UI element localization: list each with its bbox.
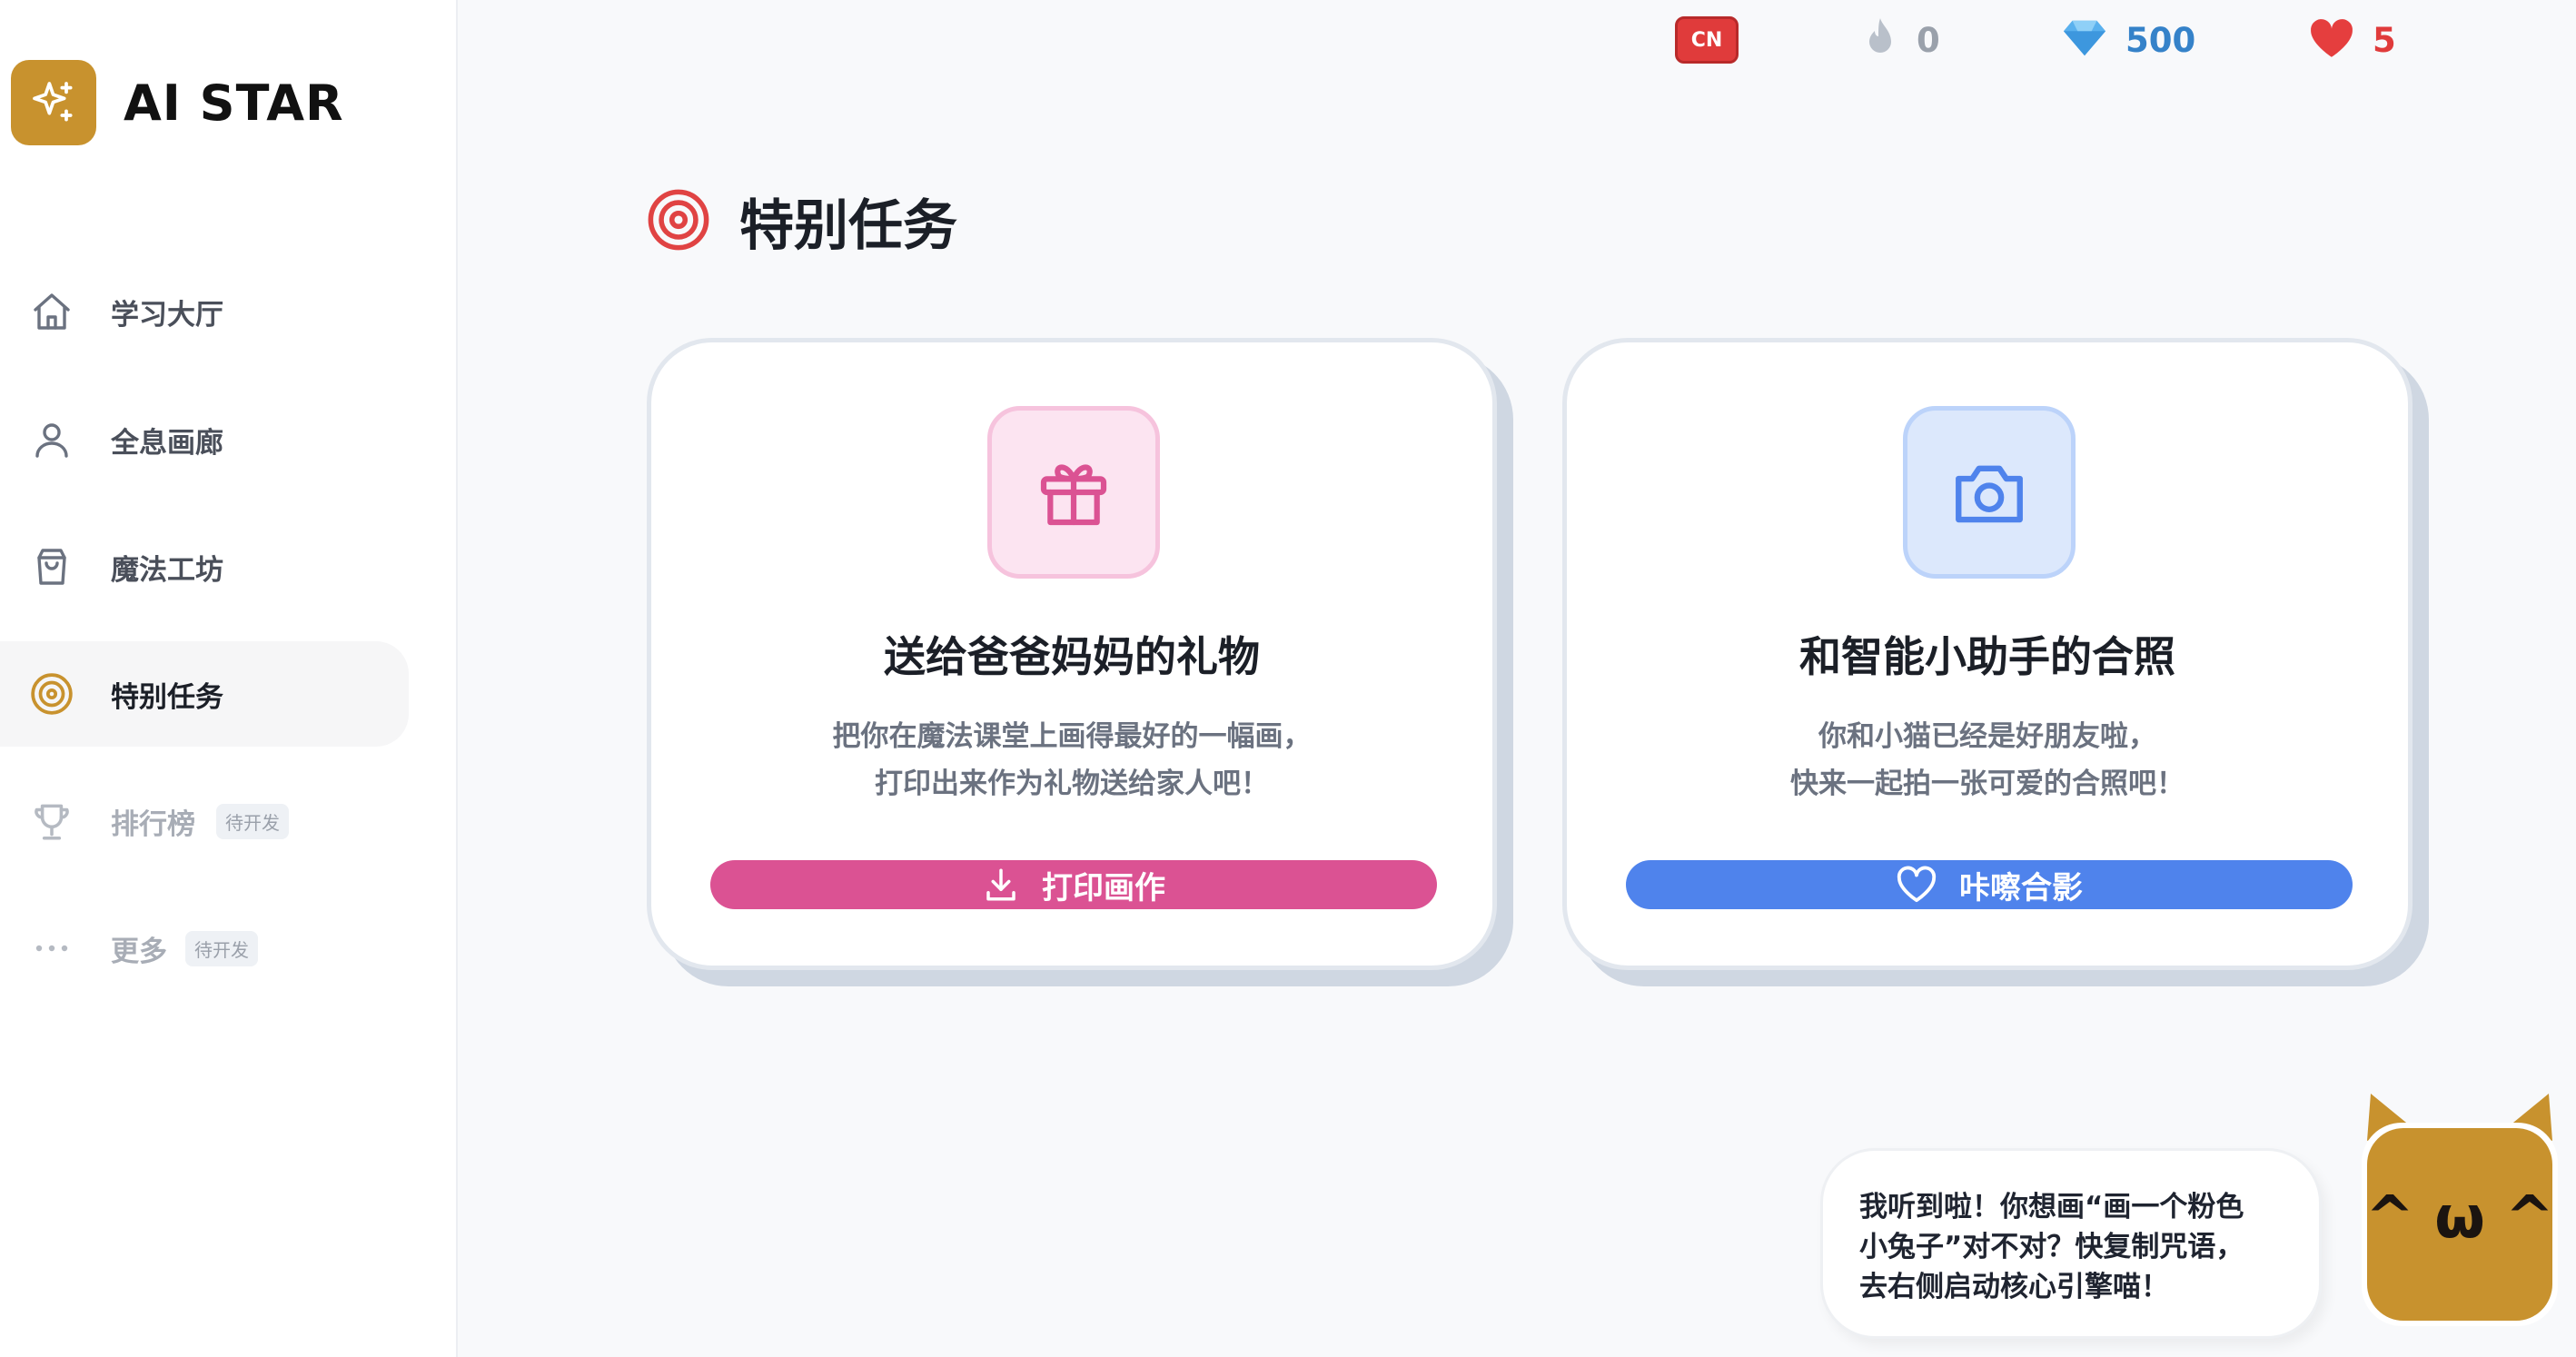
language-badge: CN bbox=[1675, 16, 1739, 64]
page-title: 特别任务 bbox=[647, 182, 957, 261]
card-description-line: 快来一起拍一张可爱的合照吧！ bbox=[1790, 768, 2185, 800]
heart-counter: 5 bbox=[2309, 15, 2396, 65]
page-title-text: 特别任务 bbox=[739, 194, 957, 258]
camera-icon bbox=[1903, 406, 2076, 579]
cat-assistant-avatar[interactable]: ^ ω ^ bbox=[2358, 1086, 2561, 1332]
gem-counter: 500 bbox=[2062, 15, 2195, 65]
assistant-speech-bubble: 我听到啦！你想画“画一个粉色 小兔子”对不对？快复制咒语， 去右侧启动核心引擎喵… bbox=[1820, 1148, 2322, 1339]
sidebar-item-label: 特别任务 bbox=[111, 680, 223, 714]
gem-value: 500 bbox=[2125, 20, 2196, 60]
cat-face-text: ^ ω ^ bbox=[2365, 1184, 2554, 1252]
sidebar-item-more[interactable]: 更多 待开发 bbox=[0, 896, 409, 1001]
assistant-message-line: 小兔子”对不对？快复制咒语， bbox=[1859, 1231, 2244, 1263]
card-title: 和智能小助手的合照 bbox=[1799, 632, 2175, 681]
button-label: 打印画作 bbox=[1042, 869, 1165, 906]
home-icon bbox=[29, 289, 74, 334]
card-title: 送给爸爸妈妈的礼物 bbox=[884, 632, 1260, 681]
flame-icon bbox=[1862, 16, 1898, 64]
assistant-message-line: 去右侧启动核心引擎喵！ bbox=[1859, 1271, 2169, 1303]
sidebar-item-gallery[interactable]: 全息画廊 bbox=[0, 387, 409, 492]
heart-outline-icon bbox=[1897, 866, 1937, 903]
heart-icon bbox=[2309, 17, 2354, 63]
streak-value: 0 bbox=[1917, 20, 1940, 60]
card-description-line: 把你在魔法课堂上画得最好的一幅画， bbox=[832, 720, 1312, 753]
sidebar-item-label: 更多 bbox=[111, 935, 167, 968]
task-card-gift: 送给爸爸妈妈的礼物 把你在魔法课堂上画得最好的一幅画， 打印出来作为礼物送给家人… bbox=[647, 338, 1515, 988]
card-description: 把你在魔法课堂上画得最好的一幅画， 打印出来作为礼物送给家人吧！ bbox=[651, 713, 1492, 807]
brand-name: AI STAR bbox=[124, 74, 344, 132]
sidebar-item-label: 排行榜 bbox=[111, 807, 195, 841]
streak-counter: 0 bbox=[1862, 15, 1940, 65]
card-description-line: 你和小猫已经是好朋友啦， bbox=[1818, 720, 2156, 753]
more-dots-icon bbox=[29, 926, 74, 971]
sidebar-item-learning-hall[interactable]: 学习大厅 bbox=[0, 259, 409, 364]
trophy-icon bbox=[29, 798, 74, 844]
heart-value: 5 bbox=[2373, 20, 2396, 60]
card-description-line: 打印出来作为礼物送给家人吧！ bbox=[875, 768, 1269, 800]
target-icon bbox=[647, 188, 710, 255]
sidebar-item-label: 全息画廊 bbox=[111, 426, 223, 460]
sidebar-item-special-tasks[interactable]: 特别任务 bbox=[0, 641, 409, 747]
sidebar: AI STAR 学习大厅 全息画廊 魔法工坊 特别任务 排行榜 待开发 更多 待… bbox=[0, 0, 458, 1357]
status-badge: 待开发 bbox=[185, 930, 258, 966]
task-card-photo: 和智能小助手的合照 你和小猫已经是好朋友啦， 快来一起拍一张可爱的合照吧！ 咔嚓… bbox=[1562, 338, 2431, 988]
status-badge: 待开发 bbox=[216, 803, 289, 839]
card-description: 你和小猫已经是好朋友啦， 快来一起拍一张可爱的合照吧！ bbox=[1567, 713, 2408, 807]
task-card: 和智能小助手的合照 你和小猫已经是好朋友啦， 快来一起拍一张可爱的合照吧！ 咔嚓… bbox=[1562, 338, 2413, 970]
sidebar-item-leaderboard[interactable]: 排行榜 待开发 bbox=[0, 768, 409, 874]
user-icon bbox=[29, 417, 74, 462]
target-icon bbox=[29, 671, 74, 717]
assistant-message-line: 我听到啦！你想画“画一个粉色 bbox=[1859, 1191, 2244, 1223]
sidebar-item-label: 学习大厅 bbox=[111, 298, 223, 332]
shopping-bag-icon bbox=[29, 544, 74, 589]
task-card: 送给爸爸妈妈的礼物 把你在魔法课堂上画得最好的一幅画， 打印出来作为礼物送给家人… bbox=[647, 338, 1497, 970]
diamond-icon bbox=[2062, 18, 2107, 62]
take-photo-button[interactable]: 咔嚓合影 bbox=[1626, 860, 2353, 909]
sparkle-icon bbox=[11, 60, 96, 145]
brand[interactable]: AI STAR bbox=[11, 60, 344, 145]
gift-icon bbox=[987, 406, 1160, 579]
print-artwork-button[interactable]: 打印画作 bbox=[710, 860, 1437, 909]
download-icon bbox=[986, 868, 1016, 901]
sidebar-item-label: 魔法工坊 bbox=[111, 553, 223, 587]
button-label: 咔嚓合影 bbox=[1959, 869, 2083, 906]
language-switch[interactable]: CN bbox=[1675, 15, 1739, 65]
sidebar-item-workshop[interactable]: 魔法工坊 bbox=[0, 514, 409, 619]
